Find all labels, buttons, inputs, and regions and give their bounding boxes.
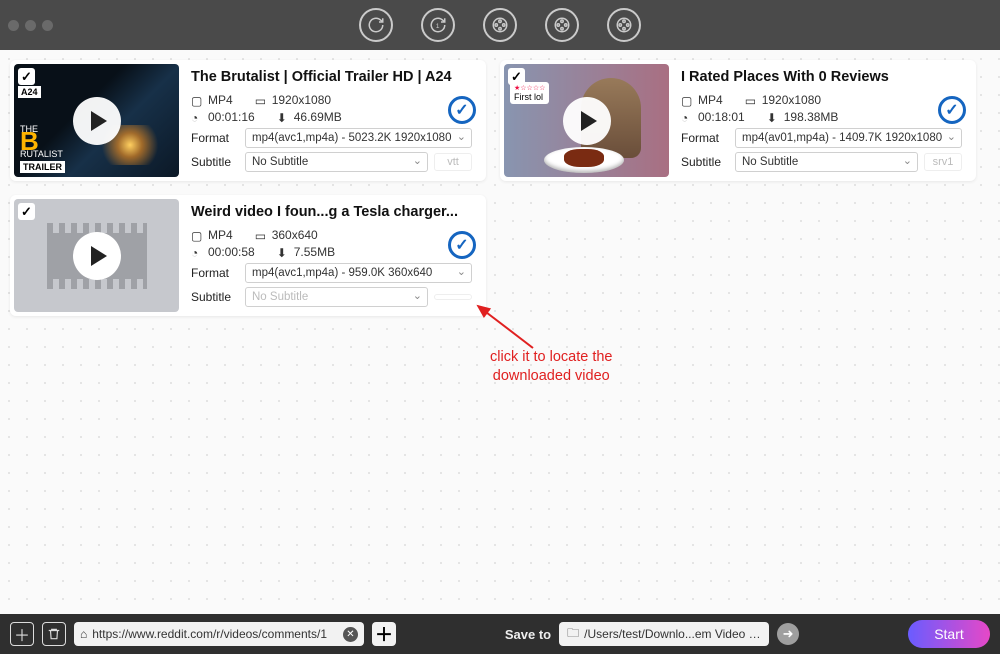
file-icon: ▢ (191, 94, 204, 107)
add-url-button[interactable]: ＋ (372, 622, 396, 646)
content-area: ✓ A24 THE B RUTALIST TRAILER The Brutali… (0, 50, 1000, 614)
filesize: 7.55MB (294, 245, 335, 259)
play-icon[interactable] (563, 97, 611, 145)
video-card: ✓ Weird video I foun...g a Tesla charger… (10, 195, 486, 316)
subtitle-select[interactable]: No Subtitle (245, 287, 428, 307)
titlebar: 1 (0, 0, 1000, 50)
resolution: 360x640 (272, 228, 318, 242)
download-icon: ⬇ (767, 111, 780, 124)
resolution-icon: ▭ (745, 94, 758, 107)
format-select[interactable]: mp4(avc1,mp4a) - 5023.2K 1920x1080 (245, 128, 472, 148)
video-title: Weird video I foun...g a Tesla charger..… (191, 204, 472, 220)
resolution: 1920x1080 (762, 93, 821, 107)
file-ext: MP4 (208, 93, 233, 107)
video-title: The Brutalist | Official Trailer HD | A2… (191, 69, 472, 85)
filesize: 46.69MB (294, 110, 342, 124)
url-input[interactable]: ⌂ https://www.reddit.com/r/videos/commen… (74, 622, 364, 646)
locate-check-icon[interactable]: ✓ (938, 96, 966, 124)
duration: 00:18:01 (698, 110, 745, 124)
subtitle-ext: srv1 (924, 153, 962, 171)
thumb-bubble: ★☆☆☆☆ First lol (510, 82, 549, 104)
file-icon: ▢ (681, 94, 694, 107)
close-window-button[interactable] (8, 20, 19, 31)
save-path-text: /Users/test/Downlo...em Video Converter (584, 627, 761, 641)
save-path-input[interactable]: 🗀 /Users/test/Downlo...em Video Converte… (559, 622, 769, 646)
download-icon: ⬇ (277, 246, 290, 259)
locate-check-icon[interactable]: ✓ (448, 96, 476, 124)
thumbnail[interactable]: ✓ (14, 199, 179, 312)
trash-button[interactable] (42, 622, 66, 646)
download-icon: ⬇ (277, 111, 290, 124)
format-label: Format (191, 131, 239, 145)
format-label: Format (681, 131, 729, 145)
clock-icon: ◔ (191, 246, 204, 259)
thumb-badge: A24 (18, 86, 41, 98)
video-card: ✓ ★☆☆☆☆ First lol I Rated Places With 0 … (500, 60, 976, 181)
format-select[interactable]: mp4(avc1,mp4a) - 959.0K 360x640 (245, 263, 472, 283)
clock-icon: ◔ (191, 111, 204, 124)
start-button[interactable]: Start (908, 620, 990, 648)
home-icon: ⌂ (80, 627, 87, 641)
locate-check-icon[interactable]: ✓ (448, 231, 476, 259)
toolbar: 1 (359, 8, 641, 42)
resolution-icon: ▭ (255, 229, 268, 242)
resolution: 1920x1080 (272, 93, 331, 107)
browse-button[interactable]: ➜ (777, 623, 799, 645)
folder-icon: 🗀 (567, 624, 579, 645)
bottom-bar: ＋ ⌂ https://www.reddit.com/r/videos/comm… (0, 614, 1000, 654)
window-controls (8, 20, 53, 31)
play-icon[interactable] (73, 232, 121, 280)
play-icon[interactable] (73, 97, 121, 145)
subtitle-label: Subtitle (191, 290, 239, 304)
file-ext: MP4 (698, 93, 723, 107)
annotation-text: click it to locate thedownloaded video (490, 348, 613, 386)
subtitle-label: Subtitle (681, 155, 729, 169)
format-label: Format (191, 266, 239, 280)
file-icon: ▢ (191, 229, 204, 242)
clear-url-icon[interactable]: ✕ (343, 627, 358, 642)
refresh-one-icon[interactable]: 1 (421, 8, 455, 42)
format-select[interactable]: mp4(av01,mp4a) - 1409.7K 1920x1080 (735, 128, 962, 148)
subtitle-select[interactable]: No Subtitle (245, 152, 428, 172)
duration: 00:01:16 (208, 110, 255, 124)
filesize: 198.38MB (784, 110, 839, 124)
resolution-icon: ▭ (255, 94, 268, 107)
thumbnail[interactable]: ✓ A24 THE B RUTALIST TRAILER (14, 64, 179, 177)
duration: 00:00:58 (208, 245, 255, 259)
refresh-icon[interactable] (359, 8, 393, 42)
url-text: https://www.reddit.com/r/videos/comments… (92, 627, 327, 641)
file-ext: MP4 (208, 228, 233, 242)
clock-icon: ◔ (681, 111, 694, 124)
reel-add-icon[interactable] (483, 8, 517, 42)
subtitle-select[interactable]: No Subtitle (735, 152, 918, 172)
subtitle-ext: vtt (434, 153, 472, 171)
reel-import-icon[interactable] (545, 8, 579, 42)
video-title: I Rated Places With 0 Reviews (681, 69, 962, 85)
thumb-trailer-badge: TRAILER (20, 161, 65, 173)
minimize-window-button[interactable] (25, 20, 36, 31)
select-checkbox[interactable]: ✓ (18, 68, 35, 85)
subtitle-label: Subtitle (191, 155, 239, 169)
add-button[interactable]: ＋ (10, 622, 34, 646)
subtitle-ext (434, 294, 472, 300)
video-card: ✓ A24 THE B RUTALIST TRAILER The Brutali… (10, 60, 486, 181)
thumbnail[interactable]: ✓ ★☆☆☆☆ First lol (504, 64, 669, 177)
svg-text:1: 1 (436, 23, 440, 30)
zoom-window-button[interactable] (42, 20, 53, 31)
thumb-art-text: THE B RUTALIST (20, 125, 63, 159)
reel-remove-icon[interactable] (607, 8, 641, 42)
select-checkbox[interactable]: ✓ (18, 203, 35, 220)
save-to-label: Save to (505, 627, 551, 642)
